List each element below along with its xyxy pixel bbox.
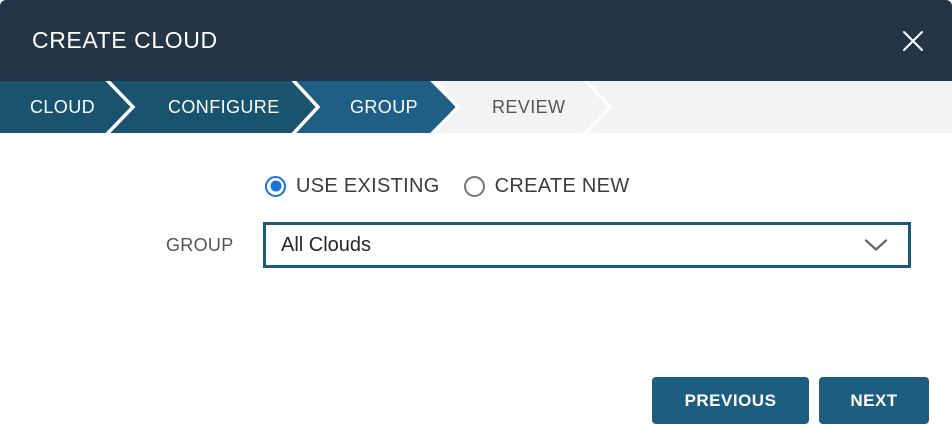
steps-arrow-band <box>0 81 952 133</box>
group-field-label: GROUP <box>166 235 234 255</box>
radio-use-existing[interactable]: USE EXISTING <box>265 175 440 198</box>
step-review[interactable]: REVIEW <box>492 81 565 133</box>
wizard-steps: CLOUD CONFIGURE GROUP REVIEW <box>0 81 952 133</box>
step-configure[interactable]: CONFIGURE <box>168 81 280 133</box>
group-select-value: All Clouds <box>281 234 372 256</box>
radio-create-new-label: CREATE NEW <box>494 174 630 197</box>
close-button[interactable] <box>896 24 930 58</box>
previous-button[interactable]: PREVIOUS <box>652 377 809 424</box>
create-cloud-dialog: CREATE CLOUD CLOUD CONFIGURE GROUP REVIE… <box>0 0 952 448</box>
dialog-header: CREATE CLOUD <box>0 0 952 81</box>
chevron-down-icon <box>864 239 888 251</box>
group-mode-radio-group: USE EXISTING CREATE NEW <box>265 170 630 202</box>
dialog-title: CREATE CLOUD <box>32 27 218 53</box>
radio-use-existing-label: USE EXISTING <box>296 174 440 197</box>
step-group[interactable]: GROUP <box>350 81 418 133</box>
next-button[interactable]: NEXT <box>819 377 929 424</box>
step-cloud[interactable]: CLOUD <box>30 81 95 133</box>
radio-button-icon <box>463 175 485 197</box>
close-icon <box>903 31 923 51</box>
radio-create-new[interactable]: CREATE NEW <box>463 174 630 198</box>
group-select[interactable]: All Clouds <box>263 222 911 268</box>
radio-button-icon <box>265 175 286 197</box>
